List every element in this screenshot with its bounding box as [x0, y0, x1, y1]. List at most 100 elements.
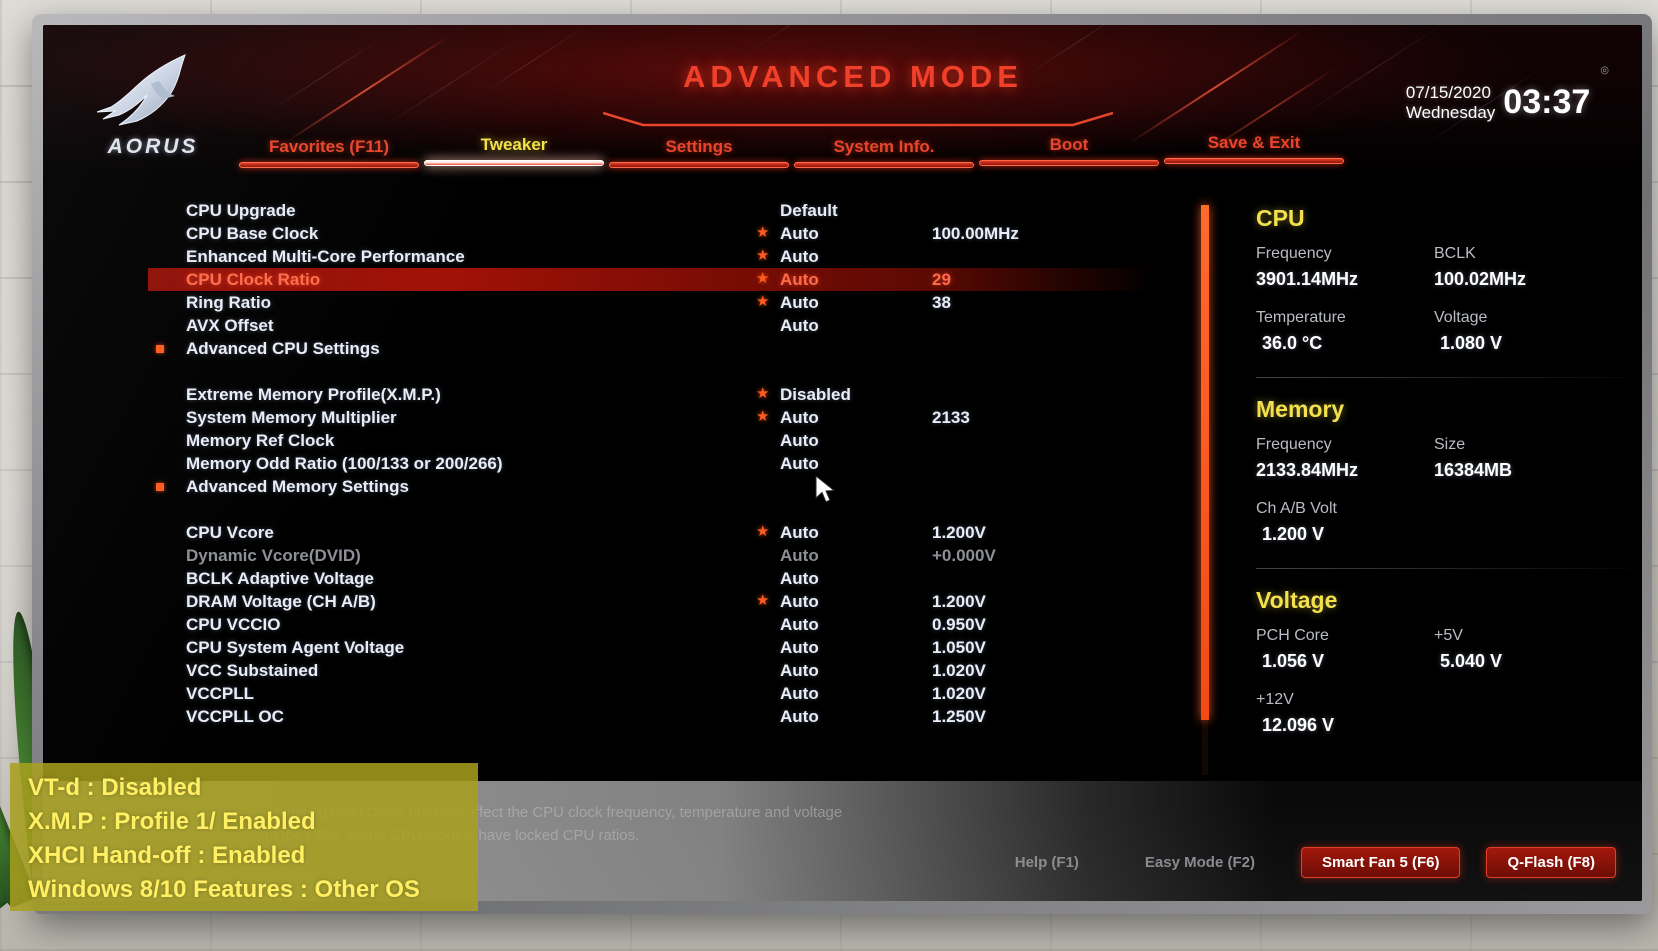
settings-row-label: CPU Clock Ratio [186, 270, 321, 289]
settings-row-value[interactable]: Auto [780, 613, 819, 636]
settings-row-extra-value: 1.050V [932, 638, 986, 657]
memory-frequency-key: Frequency [1256, 436, 1332, 453]
tab-favorites-label: Favorites (F11) [269, 137, 389, 156]
settings-row-label: CPU Vcore [186, 523, 274, 542]
tab-boot[interactable]: Boot [979, 135, 1159, 166]
settings-row-value[interactable]: Auto [780, 590, 819, 613]
tab-boot-underline [979, 160, 1159, 166]
settings-row[interactable]: VCCPLL Auto 1.020V [148, 682, 1258, 705]
scrollbar-thumb[interactable] [1201, 205, 1209, 720]
settings-row-label: CPU VCCIO [186, 615, 281, 634]
favorite-star-icon[interactable]: ★ [756, 225, 771, 240]
settings-row[interactable]: System Memory Multiplier ★ Auto 2133 [148, 406, 1258, 429]
settings-row-value[interactable]: Auto [780, 682, 819, 705]
settings-list[interactable]: CPU Upgrade Default CPU Base Clock ★ Auto 100… [43, 177, 1258, 781]
advanced-mode-title: ADVANCED MODE [683, 59, 1023, 94]
bios-body: CPU Upgrade Default CPU Base Clock ★ Auto 100… [43, 177, 1642, 781]
settings-row[interactable]: CPU Upgrade Default [148, 199, 1258, 222]
settings-row-extra-value: 1.200V [932, 592, 986, 611]
memory-chab-key: Ch A/B Volt [1256, 500, 1337, 517]
settings-row[interactable]: Dynamic Vcore(DVID) Auto +0.000V [148, 544, 1258, 567]
favorite-star-icon[interactable]: ★ [756, 386, 771, 401]
settings-row-value[interactable]: Auto [780, 705, 819, 728]
settings-row[interactable]: Enhanced Multi-Core Performance ★ Auto [148, 245, 1258, 268]
main-navigation[interactable]: Favorites (F11) Tweaker Settings System … [239, 133, 1389, 177]
tab-save-exit[interactable]: Save & Exit [1164, 133, 1344, 164]
osd-line-windows: Windows 8/10 Features : Other OS [28, 876, 420, 903]
tab-settings[interactable]: Settings [609, 137, 789, 168]
advanced-mode-underline-icon [603, 111, 1113, 127]
q-flash-f8-button[interactable]: Q-Flash (F8) [1486, 847, 1616, 878]
tab-system-info[interactable]: System Info. [794, 137, 974, 168]
memory-chab-value: 1.200 V [1262, 524, 1325, 544]
favorite-star-icon[interactable]: ★ [756, 524, 771, 539]
smart-fan-f6-button[interactable]: Smart Fan 5 (F6) [1300, 847, 1461, 878]
settings-row[interactable]: Memory Ref Clock Auto [148, 429, 1258, 452]
cpu-info-title: CPU [1256, 205, 1305, 231]
settings-row[interactable]: Advanced Memory Settings [148, 475, 1258, 498]
favorite-star-icon[interactable]: ★ [756, 248, 771, 263]
date-text: 07/15/2020 [1405, 83, 1491, 102]
settings-row[interactable]: CPU System Agent Voltage Auto 1.050V [148, 636, 1258, 659]
settings-row[interactable]: CPU Vcore ★ Auto 1.200V [148, 521, 1258, 544]
settings-row[interactable]: VCC Substained Auto 1.020V [148, 659, 1258, 682]
settings-row[interactable]: CPU Clock Ratio ★ Auto 29 [148, 268, 1153, 291]
settings-row[interactable]: AVX Offset Auto [148, 314, 1258, 337]
favorite-star-icon[interactable]: ★ [756, 593, 771, 608]
settings-row-extra-value: +0.000V [932, 546, 996, 565]
settings-row-label: VCC Substained [186, 661, 319, 680]
settings-row[interactable]: Advanced CPU Settings [148, 337, 1258, 360]
weekday-text: Wednesday [1405, 103, 1496, 122]
favorite-star-icon[interactable]: ★ [756, 409, 771, 424]
memory-size-key: Size [1434, 436, 1466, 453]
tab-favorites[interactable]: Favorites (F11) [239, 137, 419, 168]
easy-mode-f2-button[interactable]: Easy Mode (F2) [1125, 848, 1275, 877]
footer-buttons[interactable]: Help (F1) Easy Mode (F2) Smart Fan 5 (F6… [995, 847, 1616, 878]
settings-row-value[interactable]: Disabled [780, 383, 851, 406]
settings-row[interactable]: BCLK Adaptive Voltage Auto [148, 567, 1258, 590]
settings-row-label: AVX Offset [186, 316, 274, 335]
help-f1-button[interactable]: Help (F1) [995, 848, 1099, 877]
favorite-star-icon[interactable]: ★ [756, 271, 771, 286]
settings-row-value[interactable]: Auto [780, 452, 819, 475]
settings-row[interactable]: Ring Ratio ★ Auto 38 [148, 291, 1258, 314]
settings-row-value[interactable]: Auto [780, 544, 819, 567]
settings-row-value[interactable]: Default [780, 199, 838, 222]
settings-row-value[interactable]: Auto [780, 521, 819, 544]
settings-row-value[interactable]: Auto [780, 222, 819, 245]
settings-row-value[interactable]: Auto [780, 429, 819, 452]
settings-row-value[interactable]: Auto [780, 636, 819, 659]
settings-row-value[interactable]: Auto [780, 659, 819, 682]
settings-row-label: Dynamic Vcore(DVID) [186, 546, 361, 565]
settings-row-value[interactable]: Auto [780, 268, 819, 291]
tab-system-info-underline [794, 162, 974, 168]
osd-line-vtd: VT-d : Disabled [28, 774, 202, 801]
tab-tweaker[interactable]: Tweaker [424, 135, 604, 166]
favorite-star-icon[interactable]: ★ [756, 294, 771, 309]
tab-save-exit-label: Save & Exit [1207, 133, 1301, 152]
settings-row[interactable]: CPU Base Clock ★ Auto 100.00MHz [148, 222, 1258, 245]
cpu-info-block: CPU Frequency 3901.14MHz Temperature 36.… [1242, 205, 1642, 357]
osd-line-xmp: X.M.P : Profile 1/ Enabled [28, 808, 316, 835]
cpu-voltage-value: 1.080 V [1440, 333, 1503, 353]
memory-info-block: Memory Frequency 2133.84MHz Ch A/B Volt … [1242, 396, 1642, 548]
voltage-5v-key: +5V [1434, 627, 1463, 644]
voltage-pch-value: 1.056 V [1262, 651, 1325, 671]
settings-row[interactable]: CPU VCCIO Auto 0.950V [148, 613, 1258, 636]
settings-row-label: CPU System Agent Voltage [186, 638, 405, 657]
osd-line-xhci: XHCI Hand-off : Enabled [28, 842, 306, 869]
settings-row[interactable]: Extreme Memory Profile(X.M.P.) ★ Disabled [148, 383, 1258, 406]
settings-row[interactable]: DRAM Voltage (CH A/B) ★ Auto 1.200V [148, 590, 1258, 613]
settings-row-value[interactable]: Auto [780, 291, 819, 314]
cpu-bclk-key: BCLK [1434, 245, 1476, 262]
settings-row-value[interactable]: Auto [780, 406, 819, 429]
bios-header: AORUS ADVANCED MODE 07/15/2020 Wednesday… [43, 25, 1642, 177]
settings-row-label: CPU Upgrade [186, 201, 296, 220]
settings-row-value[interactable]: Auto [780, 245, 819, 268]
aorus-eagle-icon [96, 54, 186, 126]
settings-row-value[interactable]: Auto [780, 567, 819, 590]
voltage-12v-key: +12V [1256, 691, 1294, 708]
settings-row-value[interactable]: Auto [780, 314, 819, 337]
settings-row[interactable]: VCCPLL OC Auto 1.250V [148, 705, 1258, 728]
settings-row[interactable]: Memory Odd Ratio (100/133 or 200/266) Aut… [148, 452, 1258, 475]
